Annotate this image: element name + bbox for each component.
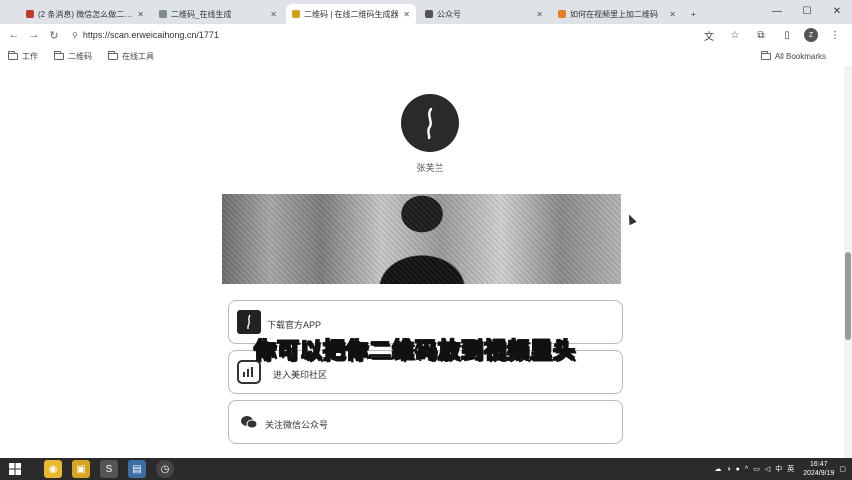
close-window-icon[interactable]: ✕ xyxy=(822,0,852,22)
menu-icon[interactable]: ⋮ xyxy=(826,26,844,44)
bookmark-label: 在线工具 xyxy=(122,51,154,61)
photo-app-icon[interactable]: ▤ xyxy=(128,460,146,478)
tab-title: 如何在视频里上加二维码 xyxy=(570,9,658,19)
bar-icon xyxy=(243,367,253,377)
explorer-app-icon[interactable]: ▣ xyxy=(72,460,90,478)
wechat-follow-card[interactable]: 关注微信公众号 xyxy=(228,400,623,444)
tab-favicon-icon xyxy=(558,10,566,18)
tray-chevron-icon[interactable]: ^ xyxy=(745,466,748,473)
tab-title: 二维码_在线生成 xyxy=(171,9,232,19)
bookmarks-bar: 工作 二维码 在线工具 All Bookmarks xyxy=(0,46,852,66)
profile-avatar[interactable]: Z xyxy=(804,28,818,42)
all-bookmarks-label: All Bookmarks xyxy=(774,51,826,61)
tab-title: 二维码 | 在线二维码生成器 xyxy=(304,9,399,19)
url-text: https://scan.erweicaihong.cn/1771 xyxy=(82,30,219,40)
bookmark-folder[interactable]: 二维码 xyxy=(54,50,92,62)
wechat-bubbles-icon xyxy=(241,416,258,429)
tab-favicon-icon xyxy=(292,10,300,18)
folder-icon xyxy=(760,50,771,60)
translate-icon[interactable]: 文 xyxy=(700,26,718,44)
card-label: 进入美印社区 xyxy=(273,370,328,380)
minimize-icon[interactable]: — xyxy=(762,0,792,22)
tab-close-icon[interactable]: ✕ xyxy=(532,10,543,19)
tab-close-icon[interactable]: ✕ xyxy=(665,10,676,19)
tab-title: (2 条消息) 微信怎么做二维码 xyxy=(38,9,134,19)
notification-icon[interactable]: ▢ xyxy=(839,465,846,473)
extensions-icon[interactable]: ⧉ xyxy=(752,26,770,44)
bookmark-label: 工作 xyxy=(22,51,38,61)
app-logo-icon xyxy=(247,314,251,329)
folder-icon xyxy=(108,50,118,60)
tab-favicon-icon xyxy=(425,10,433,18)
sidebar-icon[interactable]: ▯ xyxy=(778,26,796,44)
tab-favicon-icon xyxy=(26,10,34,18)
tray-app-icon[interactable]: ◑ xyxy=(726,466,730,473)
tray-weather-icon[interactable]: ☁ xyxy=(714,465,721,473)
tray-network-icon[interactable]: ▭ xyxy=(753,465,760,473)
toolbar-actions: 文 ☆ ⧉ ▯ Z ⋮ xyxy=(700,26,844,44)
browser-tab[interactable]: 二维码_在线生成 ✕ xyxy=(153,4,283,24)
profile-name: 张芙兰 xyxy=(416,163,444,173)
clock-time: 16:47 xyxy=(810,461,828,468)
card-label: 关注微信公众号 xyxy=(265,420,329,430)
tab-favicon-icon xyxy=(159,10,167,18)
profile-logo-avatar xyxy=(401,94,459,152)
tray-volume-icon[interactable]: ◁ xyxy=(765,465,770,473)
bookmark-star-icon[interactable]: ☆ xyxy=(726,26,744,44)
clock[interactable]: 16:47 2024/9/19 xyxy=(803,460,834,478)
start-button[interactable] xyxy=(4,458,26,480)
folder-icon xyxy=(54,50,64,60)
tab-strip: (2 条消息) 微信怎么做二维码 ✕ 二维码_在线生成 ✕ 二维码 | 在线二维… xyxy=(0,0,852,24)
scrollbar-thumb[interactable] xyxy=(845,252,851,340)
windows-logo-icon xyxy=(9,463,21,475)
window-controls: — ☐ ✕ xyxy=(762,0,852,22)
tab-close-icon[interactable]: ✕ xyxy=(133,10,144,19)
bookmark-folder[interactable]: 在线工具 xyxy=(108,50,154,62)
bookmark-folder[interactable]: 工作 xyxy=(8,50,38,62)
browser-toolbar: ← → ↻ ⚲ https://scan.erweicaihong.cn/177… xyxy=(0,24,852,46)
video-preview[interactable] xyxy=(222,194,621,284)
reload-icon[interactable]: ↻ xyxy=(44,25,64,45)
bookmark-label: 二维码 xyxy=(68,51,92,61)
ime-indicator[interactable]: 中 xyxy=(775,464,782,474)
tab-close-icon[interactable]: ✕ xyxy=(266,10,277,19)
video-subtitle-caption: 你可以把你二维码放到视频里头 xyxy=(253,338,577,364)
brush-stroke-icon xyxy=(427,107,433,140)
forward-icon[interactable]: → xyxy=(24,25,44,45)
back-icon[interactable]: ← xyxy=(4,25,24,45)
all-bookmarks[interactable]: All Bookmarks xyxy=(760,50,826,61)
recorder-app-icon[interactable]: ◷ xyxy=(156,460,174,478)
browser-tab[interactable]: 公众号 ✕ xyxy=(419,4,549,24)
tab-close-icon[interactable]: ✕ xyxy=(399,10,410,19)
lang-indicator[interactable]: 英 xyxy=(787,464,794,474)
tab-title: 公众号 xyxy=(437,9,461,19)
tray-mic-icon[interactable]: ● xyxy=(736,466,740,473)
windows-taskbar: ◉ ▣ S ▤ ◷ ☁ ◑ ● ^ ▭ ◁ 中 英 16:47 2024/9/1… xyxy=(0,458,852,480)
system-tray: ☁ ◑ ● ^ ▭ ◁ 中 英 16:47 2024/9/19 ▢ xyxy=(714,458,846,480)
browser-tab[interactable]: 如何在视频里上加二维码 ✕ xyxy=(552,4,682,24)
clock-date: 2024/9/19 xyxy=(803,470,835,477)
site-info-icon[interactable]: ⚲ xyxy=(72,31,78,40)
new-tab-button[interactable]: + xyxy=(685,4,707,24)
card-label: 下载官方APP xyxy=(267,320,322,330)
maximize-icon[interactable]: ☐ xyxy=(792,0,822,22)
address-bar[interactable]: ⚲ https://scan.erweicaihong.cn/1771 xyxy=(64,26,714,44)
app-s-icon[interactable]: S xyxy=(100,460,118,478)
chrome-app-icon[interactable]: ◉ xyxy=(44,460,62,478)
browser-tab-active[interactable]: 二维码 | 在线二维码生成器 ✕ xyxy=(286,4,416,24)
browser-tab[interactable]: (2 条消息) 微信怎么做二维码 ✕ xyxy=(20,4,150,24)
folder-icon xyxy=(8,50,18,60)
app-icon xyxy=(237,310,261,334)
wechat-icon xyxy=(237,410,261,434)
